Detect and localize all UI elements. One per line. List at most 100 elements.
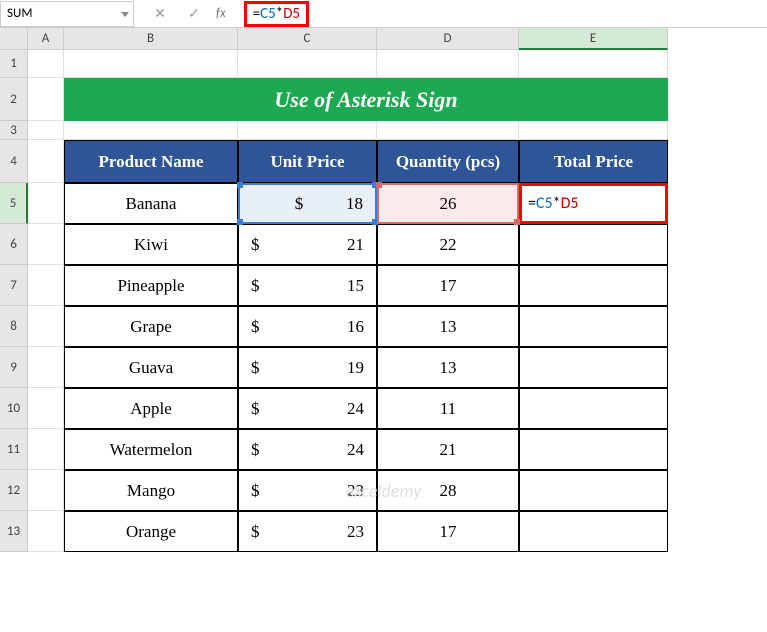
cell-formula-d5: D5 [561,194,579,213]
cell-a1[interactable] [28,50,64,78]
cell-e6[interactable] [519,224,668,265]
cell-e1[interactable] [519,50,668,78]
cell-c13[interactable]: $23 [238,511,377,552]
cell-b6[interactable]: Kiwi [64,224,238,265]
row-header-3[interactable]: 3 [0,121,28,140]
cell-d12[interactable]: 28 [377,470,519,511]
cell-d10[interactable]: 11 [377,388,519,429]
row-3: 3 [0,121,767,140]
row-header-10[interactable]: 10 [0,388,28,429]
row-header-2[interactable]: 2 [0,78,28,121]
row-header-5[interactable]: 5 [0,183,28,224]
cell-a10[interactable] [28,388,64,429]
cell-e10[interactable] [519,388,668,429]
cell-a5[interactable] [28,183,64,224]
cell-b9[interactable]: Guava [64,347,238,388]
col-header-d[interactable]: D [377,28,519,50]
cell-c5[interactable]: $18 [238,183,377,224]
header-qty[interactable]: Quantity (pcs) [377,140,519,183]
title-cell[interactable]: Use of Asterisk Sign [64,78,668,121]
cell-c1[interactable] [238,50,377,78]
cell-d3[interactable] [377,121,519,140]
cell-b5[interactable]: Banana [64,183,238,224]
enter-icon[interactable]: ✓ [182,2,206,26]
row-9: 9 Guava $19 13 [0,347,767,388]
formula-ref-c5: C5 [260,5,276,23]
cell-e8[interactable] [519,306,668,347]
cell-a7[interactable] [28,265,64,306]
cell-e3[interactable] [519,121,668,140]
cell-e11[interactable] [519,429,668,470]
cell-e13[interactable] [519,511,668,552]
cell-d8[interactable]: 13 [377,306,519,347]
cell-c12[interactable]: $23 [238,470,377,511]
select-all-corner[interactable] [0,28,28,50]
row-header-1[interactable]: 1 [0,50,28,78]
row-header-11[interactable]: 11 [0,429,28,470]
cell-d13[interactable]: 17 [377,511,519,552]
cell-e9[interactable] [519,347,668,388]
row-10: 10 Apple $24 11 [0,388,767,429]
cell-d1[interactable] [377,50,519,78]
col-header-b[interactable]: B [64,28,238,50]
col-header-a[interactable]: A [28,28,64,50]
cell-d11[interactable]: 21 [377,429,519,470]
cell-c3[interactable] [238,121,377,140]
cell-c9[interactable]: $19 [238,347,377,388]
cell-a11[interactable] [28,429,64,470]
row-header-13[interactable]: 13 [0,511,28,552]
row-11: 11 Watermelon $24 21 [0,429,767,470]
cell-c6[interactable]: $21 [238,224,377,265]
cell-a2[interactable] [28,78,64,121]
cancel-icon[interactable]: ✕ [148,2,172,26]
cell-a6[interactable] [28,224,64,265]
row-12: 12 Mango $23 28 [0,470,767,511]
cell-e12[interactable] [519,470,668,511]
header-price[interactable]: Unit Price [238,140,377,183]
cell-d5[interactable]: 26 [377,183,519,224]
formula-bar: SUM ✕ ✓ fx =C5*D5 [0,0,767,28]
cell-d6[interactable]: 22 [377,224,519,265]
cell-c8[interactable]: $16 [238,306,377,347]
header-total[interactable]: Total Price [519,140,668,183]
row-header-6[interactable]: 6 [0,224,28,265]
cell-a8[interactable] [28,306,64,347]
row-header-4[interactable]: 4 [0,140,28,183]
cell-a3[interactable] [28,121,64,140]
col-header-c[interactable]: C [238,28,377,50]
row-header-12[interactable]: 12 [0,470,28,511]
price-value: 18 [346,194,363,214]
row-header-8[interactable]: 8 [0,306,28,347]
cell-a9[interactable] [28,347,64,388]
cell-c7[interactable]: $15 [238,265,377,306]
row-header-7[interactable]: 7 [0,265,28,306]
row-2: 2 Use of Asterisk Sign [0,78,767,121]
header-product[interactable]: Product Name [64,140,238,183]
cell-b12[interactable]: Mango [64,470,238,511]
cell-b10[interactable]: Apple [64,388,238,429]
formula-eq: = [253,5,260,23]
cell-b7[interactable]: Pineapple [64,265,238,306]
cell-a13[interactable] [28,511,64,552]
cell-b13[interactable]: Orange [64,511,238,552]
cell-e5[interactable]: =C5*D5 [519,183,668,224]
formula-input[interactable]: =C5*D5 [244,1,309,27]
cell-b8[interactable]: Grape [64,306,238,347]
cell-d7[interactable]: 17 [377,265,519,306]
col-header-e[interactable]: E [519,28,668,50]
cell-b11[interactable]: Watermelon [64,429,238,470]
name-box[interactable]: SUM [0,1,134,27]
row-header-9[interactable]: 9 [0,347,28,388]
cell-b1[interactable] [64,50,238,78]
row-5: 5 Banana $18 26 =C5*D5 [0,183,767,224]
cell-c10[interactable]: $24 [238,388,377,429]
cell-e7[interactable] [519,265,668,306]
cell-a4[interactable] [28,140,64,183]
cell-formula-eq: = [528,194,536,213]
cell-c11[interactable]: $24 [238,429,377,470]
fx-icon[interactable]: fx [216,6,226,21]
cell-a12[interactable] [28,470,64,511]
cell-b3[interactable] [64,121,238,140]
currency-symbol: $ [295,194,304,214]
cell-d9[interactable]: 13 [377,347,519,388]
